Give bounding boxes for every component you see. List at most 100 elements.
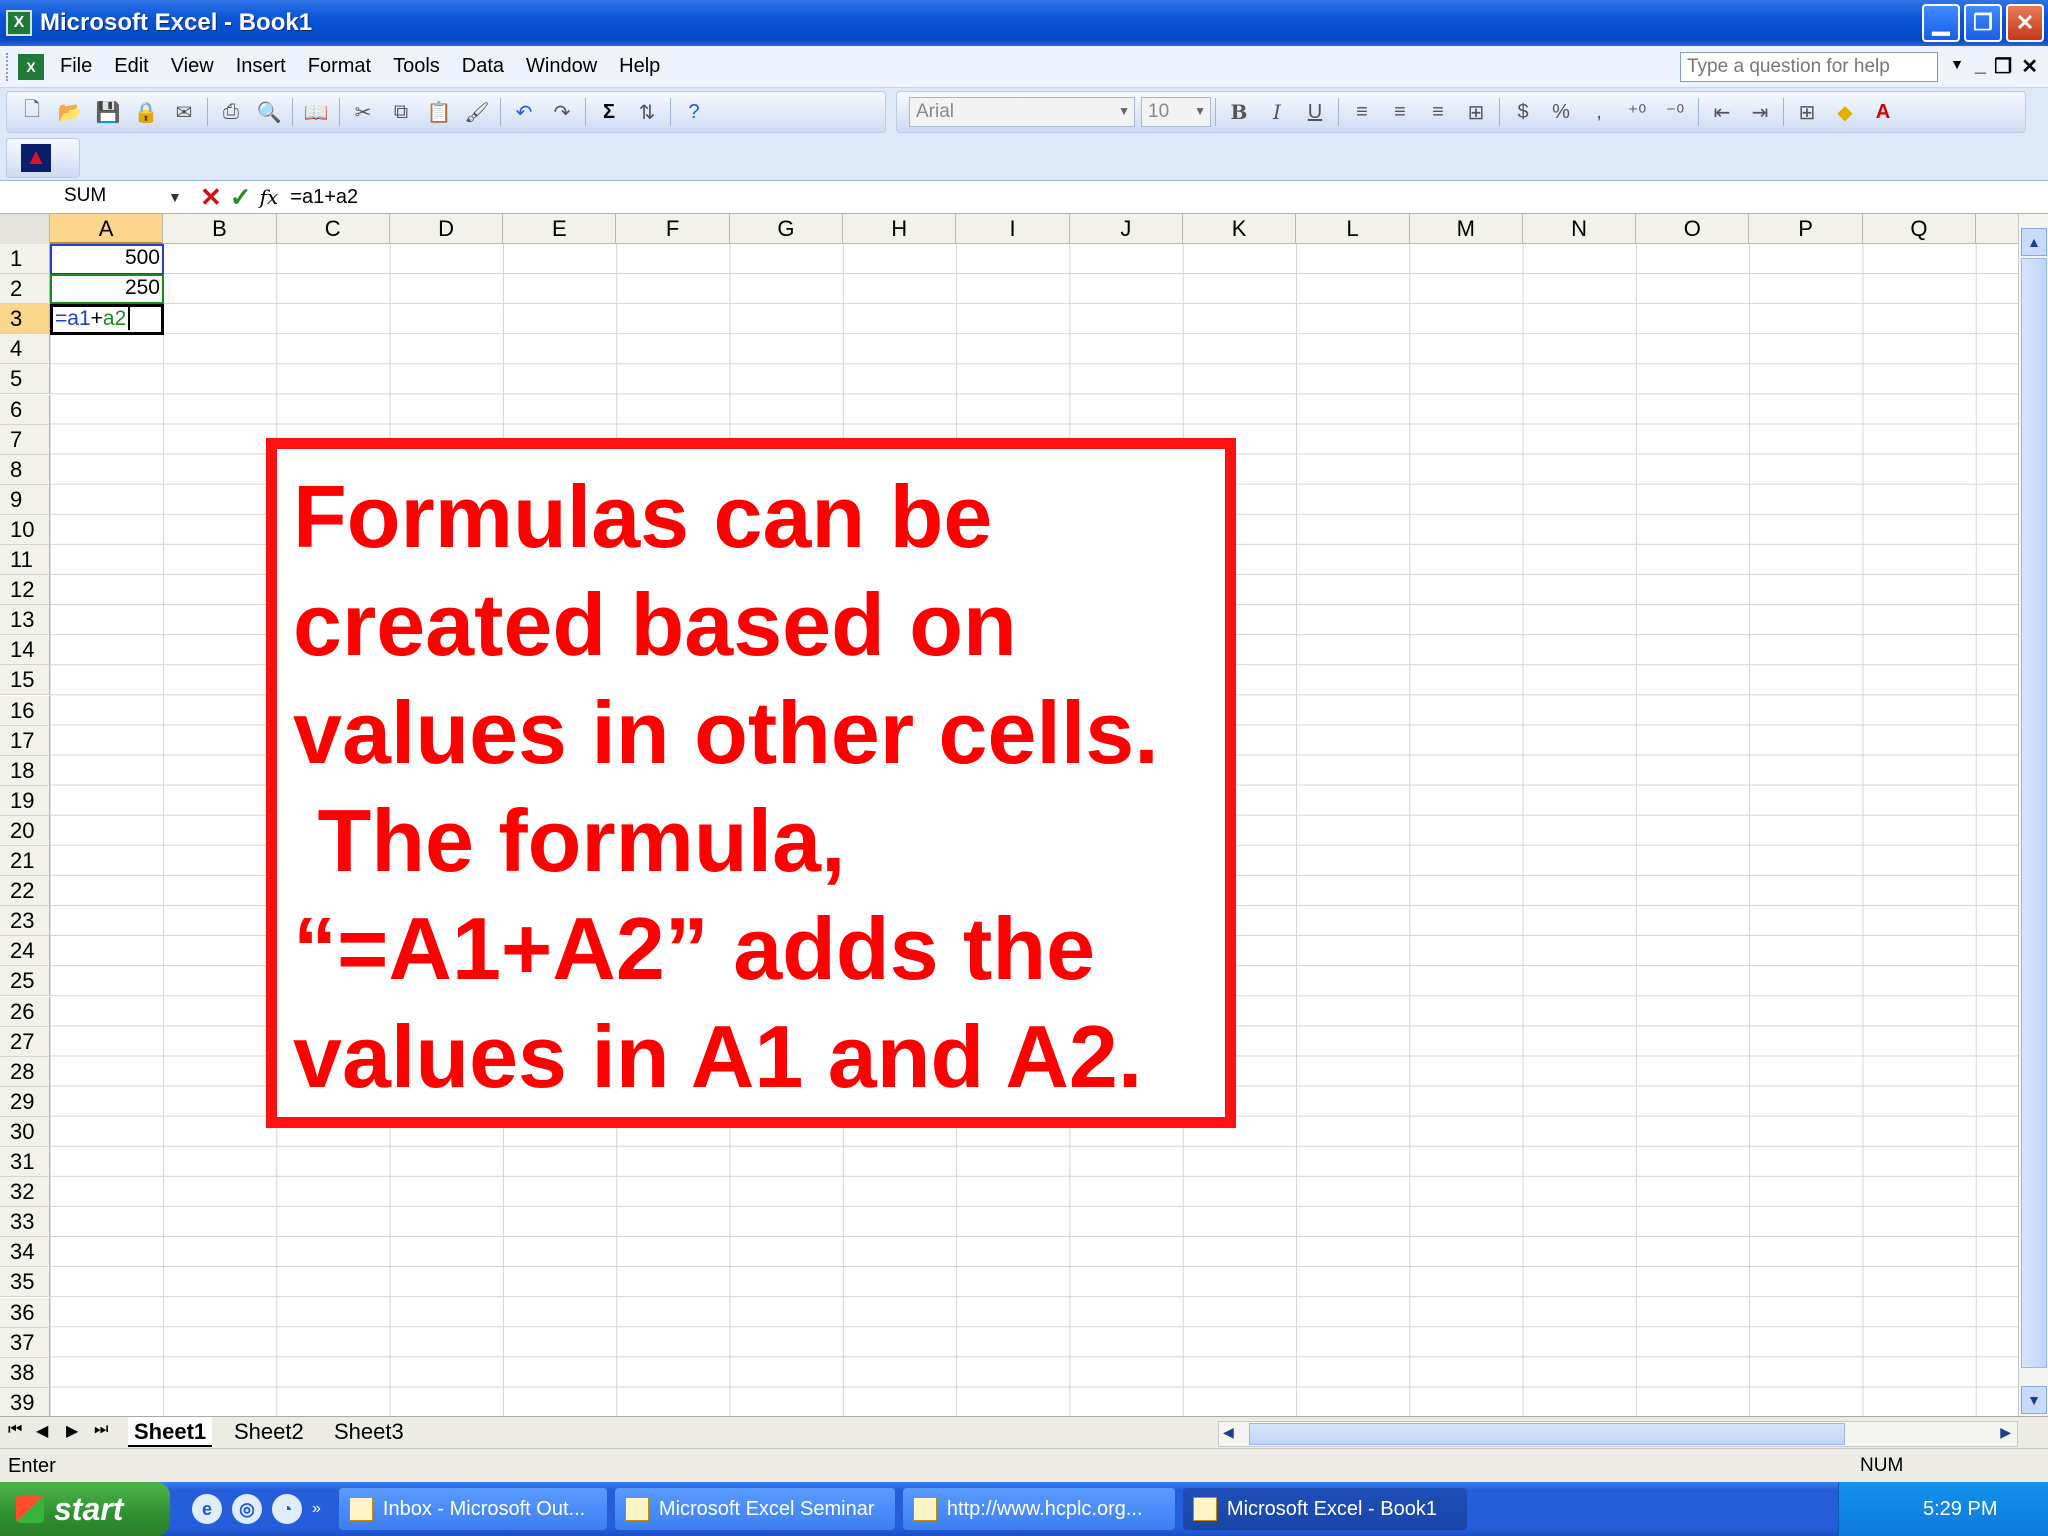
column-header-p[interactable]: P [1750,214,1863,244]
menu-file[interactable]: File [60,55,92,78]
row-header-26[interactable]: 26 [0,996,50,1027]
column-header-a[interactable]: A [50,214,164,244]
row-header-38[interactable]: 38 [0,1357,50,1388]
menu-insert[interactable]: Insert [236,55,286,78]
column-header-q[interactable]: Q [1863,214,1977,244]
sort-ascending-icon[interactable]: ⇅ [634,99,660,125]
column-header-l[interactable]: L [1296,214,1410,244]
row-header-8[interactable]: 8 [0,454,50,485]
task-outlook[interactable]: Inbox - Microsoft Out... [338,1488,607,1530]
currency-button[interactable]: $ [1510,99,1536,125]
row-header-18[interactable]: 18 [0,755,50,786]
fill-color-icon[interactable]: ◆ [1832,99,1858,125]
menu-window[interactable]: Window [526,55,597,78]
task-excel-seminar[interactable]: Microsoft Excel Seminar [614,1488,895,1530]
vertical-scrollbar[interactable]: ▲ ▼ [2018,214,2048,1416]
select-all-corner[interactable] [0,214,50,244]
font-name-select[interactable]: Arial ▼ [909,97,1135,127]
font-size-select[interactable]: 10 ▼ [1141,97,1211,127]
undo-icon[interactable]: ↶ [511,99,537,125]
row-header-3[interactable]: 3 [0,304,50,335]
paste-icon[interactable]: 📋 [426,99,452,125]
row-header-22[interactable]: 22 [0,876,50,907]
permission-icon[interactable]: 🔒 [133,99,159,125]
row-header-24[interactable]: 24 [0,936,50,967]
internet-explorer-icon[interactable]: e [192,1494,222,1524]
column-header-n[interactable]: N [1523,214,1637,244]
row-header-6[interactable]: 6 [0,394,50,425]
autosum-icon[interactable]: Σ [596,99,622,125]
row-header-7[interactable]: 7 [0,424,50,455]
align-left-icon[interactable]: ≡ [1349,99,1375,125]
insert-function-icon[interactable]: fx [260,185,279,209]
align-center-icon[interactable]: ≡ [1387,99,1413,125]
doc-close-icon[interactable]: ✕ [2021,54,2038,79]
row-header-36[interactable]: 36 [0,1297,50,1328]
doc-minimize-icon[interactable]: _ [1975,54,1986,77]
cell-a3-editing[interactable]: =a1+a2 [50,304,164,335]
copy-icon[interactable]: ⧉ [388,99,414,125]
new-icon[interactable]: 🗋 [19,99,45,125]
row-header-17[interactable]: 17 [0,725,50,756]
scroll-right-icon[interactable]: ▶ [2000,1424,2011,1441]
scroll-up-icon[interactable]: ▲ [2021,228,2047,256]
outlook-quicklaunch-icon[interactable]: ◎ [232,1494,262,1524]
menu-edit[interactable]: Edit [114,55,148,78]
italic-button[interactable]: I [1264,99,1290,125]
menu-format[interactable]: Format [308,55,371,78]
help-icon[interactable]: ? [681,99,707,125]
first-sheet-icon[interactable]: ⏮ [8,1421,22,1439]
tab-sheet2[interactable]: Sheet2 [228,1417,310,1447]
comma-button[interactable]: , [1586,99,1612,125]
horizontal-scroll-thumb[interactable] [1249,1423,1845,1445]
row-header-14[interactable]: 14 [0,635,50,666]
save-icon[interactable]: 💾 [95,99,121,125]
bold-button[interactable]: B [1226,99,1252,125]
menu-help[interactable]: Help [619,55,660,78]
tab-sheet1[interactable]: Sheet1 [128,1417,213,1447]
task-excel-book1[interactable]: Microsoft Excel - Book1 [1182,1488,1467,1530]
column-header-o[interactable]: O [1636,214,1750,244]
menu-tools[interactable]: Tools [393,55,440,78]
name-box-dropdown-icon[interactable]: ▼ [168,189,190,205]
row-header-35[interactable]: 35 [0,1267,50,1298]
scroll-down-icon[interactable]: ▼ [2021,1386,2047,1414]
row-header-16[interactable]: 16 [0,695,50,726]
toolbar-grip[interactable] [6,52,12,81]
row-header-39[interactable]: 39 [0,1387,50,1416]
print-icon[interactable]: ⎙ [218,99,244,125]
column-header-k[interactable]: K [1183,214,1297,244]
vertical-scroll-thumb[interactable] [2021,258,2047,1368]
row-header-5[interactable]: 5 [0,364,50,395]
formula-input[interactable]: =a1+a2 [290,186,358,209]
column-header-h[interactable]: H [843,214,957,244]
next-sheet-icon[interactable]: ▶ [66,1421,78,1441]
drawing-icon[interactable]: ▲ [21,144,51,172]
row-header-4[interactable]: 4 [0,334,50,365]
calendar-quicklaunch-icon[interactable]: ◔ [272,1494,302,1524]
row-header-37[interactable]: 37 [0,1327,50,1358]
row-header-1[interactable]: 1 [0,244,50,274]
row-header-2[interactable]: 2 [0,274,50,305]
cancel-icon[interactable]: ✕ [200,182,222,213]
decrease-decimal-icon[interactable]: ⁻⁰ [1662,99,1688,125]
row-header-32[interactable]: 32 [0,1177,50,1208]
column-header-i[interactable]: I [956,214,1070,244]
increase-indent-icon[interactable]: ⇥ [1747,99,1773,125]
increase-decimal-icon[interactable]: ⁺⁰ [1624,99,1650,125]
print-preview-icon[interactable]: 🔍 [256,99,282,125]
start-button[interactable]: start [0,1482,170,1536]
restore-button[interactable]: ❐ [1964,4,2002,42]
email-icon[interactable]: ✉ [171,99,197,125]
redo-icon[interactable]: ↷ [549,99,575,125]
cut-icon[interactable]: ✂ [350,99,376,125]
underline-button[interactable]: U [1302,99,1328,125]
row-header-27[interactable]: 27 [0,1026,50,1057]
help-dropdown-icon[interactable]: ▼ [1950,56,1964,72]
row-header-20[interactable]: 20 [0,815,50,846]
quicklaunch-overflow-icon[interactable]: » [312,1500,321,1518]
column-header-c[interactable]: C [277,214,390,244]
percent-button[interactable]: % [1548,99,1574,125]
row-header-9[interactable]: 9 [0,484,50,515]
column-header-b[interactable]: B [163,214,277,244]
